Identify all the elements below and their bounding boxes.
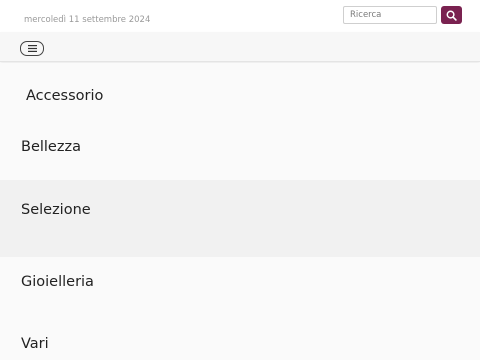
search-input[interactable] (343, 6, 437, 24)
hamburger-icon (27, 45, 37, 52)
menu-item-label: Gioielleria (21, 274, 94, 290)
menu-item-selezione[interactable]: Selezione (0, 180, 480, 257)
menu-item-vari[interactable]: Vari (0, 319, 480, 360)
menu-item-label: Vari (21, 336, 49, 352)
current-date: mercoledì 11 settembre 2024 (24, 15, 151, 25)
search-button[interactable] (441, 6, 462, 24)
menu-item-gioielleria[interactable]: Gioielleria (0, 257, 480, 319)
menu-item-accessorio[interactable]: Accessorio (0, 63, 480, 119)
category-menu: Accessorio Bellezza Selezione Gioielleri… (0, 63, 480, 360)
menu-toggle-button[interactable] (20, 41, 44, 56)
search-icon (446, 10, 457, 21)
menu-item-label: Accessorio (26, 88, 104, 104)
menu-item-label: Bellezza (21, 139, 81, 155)
menu-item-bellezza[interactable]: Bellezza (0, 119, 480, 179)
navbar (0, 32, 480, 62)
menu-item-label: Selezione (21, 202, 91, 218)
top-bar: mercoledì 11 settembre 2024 (0, 0, 480, 32)
